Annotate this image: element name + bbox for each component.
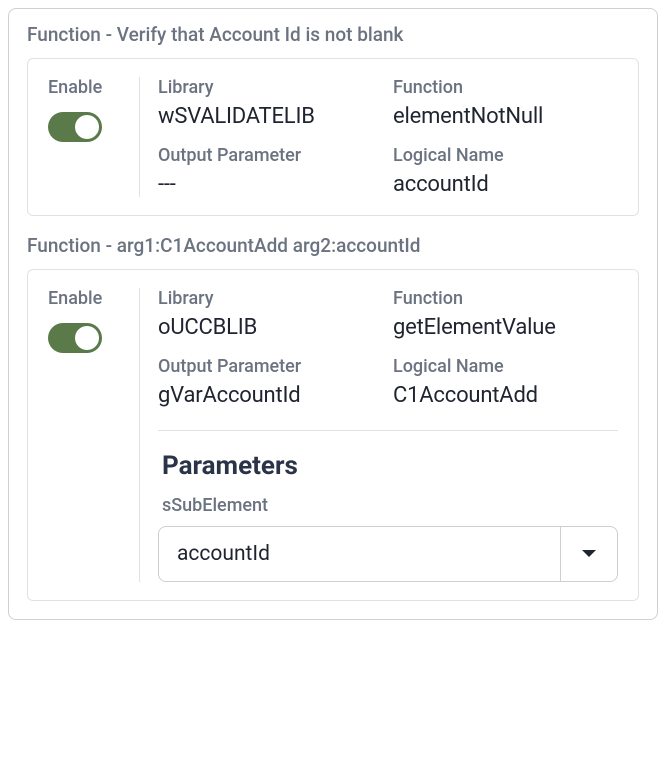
toggle-knob [75, 115, 99, 139]
library-label: Library [158, 77, 383, 98]
section-title: Function - Verify that Account Id is not… [27, 23, 639, 46]
fields-column: Library oUCCBLIB Function getElementValu… [140, 288, 618, 582]
dropdown-selected-value: accountId [159, 527, 561, 581]
enable-label: Enable [48, 288, 125, 309]
logical-name-label: Logical Name [393, 145, 618, 166]
function-card: Enable Library oUCCBLIB Function getElem… [27, 269, 639, 601]
enable-label: Enable [48, 77, 125, 98]
parameters-heading: Parameters [158, 451, 618, 481]
output-parameter-label: Output Parameter [158, 145, 383, 166]
output-parameter-field: Output Parameter --- [158, 145, 383, 197]
toggle-knob [75, 326, 99, 350]
logical-name-field: Logical Name C1AccountAdd [393, 356, 618, 408]
parameter-label: sSubElement [158, 495, 618, 516]
function-label: Function [393, 77, 618, 98]
divider [158, 430, 618, 431]
library-field: Library oUCCBLIB [158, 288, 383, 340]
function-panel: Function - Verify that Account Id is not… [8, 8, 658, 620]
function-field: Function elementNotNull [393, 77, 618, 129]
chevron-down-icon [561, 527, 617, 581]
function-section-2: Function - arg1:C1AccountAdd arg2:accoun… [27, 234, 639, 601]
function-card: Enable Library wSVALIDATELIB Function el… [27, 58, 639, 216]
output-parameter-value: gVarAccountId [158, 383, 383, 408]
output-parameter-value: --- [158, 172, 383, 197]
section-title: Function - arg1:C1AccountAdd arg2:accoun… [27, 234, 639, 257]
enable-toggle[interactable] [48, 323, 102, 353]
function-section-1: Function - Verify that Account Id is not… [27, 23, 639, 216]
enable-toggle[interactable] [48, 112, 102, 142]
function-field: Function getElementValue [393, 288, 618, 340]
field-grid: Library wSVALIDATELIB Function elementNo… [158, 77, 618, 197]
field-grid: Library oUCCBLIB Function getElementValu… [158, 288, 618, 408]
enable-column: Enable [48, 77, 140, 197]
function-label: Function [393, 288, 618, 309]
logical-name-value: C1AccountAdd [393, 383, 618, 408]
enable-column: Enable [48, 288, 140, 582]
logical-name-label: Logical Name [393, 356, 618, 377]
library-field: Library wSVALIDATELIB [158, 77, 383, 129]
logical-name-value: accountId [393, 172, 618, 197]
library-value: wSVALIDATELIB [158, 104, 383, 129]
library-value: oUCCBLIB [158, 315, 383, 340]
library-label: Library [158, 288, 383, 309]
logical-name-field: Logical Name accountId [393, 145, 618, 197]
output-parameter-label: Output Parameter [158, 356, 383, 377]
parameter-dropdown[interactable]: accountId [158, 526, 618, 582]
output-parameter-field: Output Parameter gVarAccountId [158, 356, 383, 408]
function-value: getElementValue [393, 315, 618, 340]
fields-column: Library wSVALIDATELIB Function elementNo… [140, 77, 618, 197]
function-value: elementNotNull [393, 104, 618, 129]
